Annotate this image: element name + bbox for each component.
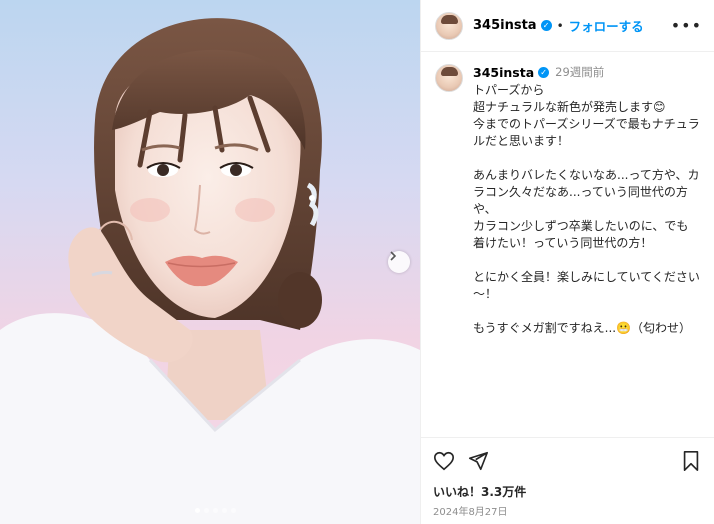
post-date[interactable]: 2024年8月27日	[433, 503, 701, 518]
caption-text: トパーズから 超ナチュラルな新色が発売します😊 今までのトパーズシリーズで最もナ…	[473, 83, 700, 335]
more-options-icon[interactable]: •••	[671, 16, 702, 35]
verified-badge-icon: ✓	[540, 20, 552, 31]
send-icon[interactable]	[467, 450, 489, 472]
follow-button[interactable]: フォローする	[569, 16, 644, 35]
separator: •	[556, 18, 564, 33]
avatar[interactable]	[435, 11, 463, 40]
carousel-next-button[interactable]	[388, 251, 410, 273]
action-bar: いいね！3.3万件 2024年8月27日	[421, 437, 714, 518]
carousel-dot	[204, 508, 209, 513]
chevron-right-icon	[390, 251, 397, 261]
username-link[interactable]: 345insta	[473, 18, 537, 33]
carousel-dot	[195, 508, 200, 513]
post-image[interactable]	[0, 0, 420, 524]
carousel-dot	[222, 508, 227, 513]
caption: 345insta ✓ 29週間前 トパーズから 超ナチュラルな新色が発売します😊…	[421, 52, 714, 337]
instagram-post: 345insta ✓ • フォローする ••• 345insta ✓ 29週間前…	[0, 0, 714, 524]
heart-icon[interactable]	[433, 450, 455, 472]
carousel-indicator	[195, 508, 236, 513]
caption-body: 345insta ✓ 29週間前 トパーズから 超ナチュラルな新色が発売します😊…	[473, 64, 700, 337]
portrait-photo	[0, 18, 420, 524]
caption-meta: 345insta ✓ 29週間前	[473, 64, 700, 81]
caption-username-link[interactable]: 345insta	[473, 64, 534, 81]
like-count[interactable]: いいね！3.3万件	[433, 483, 701, 500]
bookmark-icon[interactable]	[681, 450, 701, 472]
timestamp[interactable]: 29週間前	[555, 64, 604, 81]
post-header: 345insta ✓ • フォローする •••	[421, 0, 714, 52]
avatar[interactable]	[435, 64, 463, 92]
verified-badge-icon: ✓	[538, 67, 550, 78]
carousel-dot	[213, 508, 218, 513]
action-icons	[433, 448, 701, 474]
post-sidebar: 345insta ✓ • フォローする ••• 345insta ✓ 29週間前…	[420, 0, 714, 524]
carousel-dot	[231, 508, 236, 513]
